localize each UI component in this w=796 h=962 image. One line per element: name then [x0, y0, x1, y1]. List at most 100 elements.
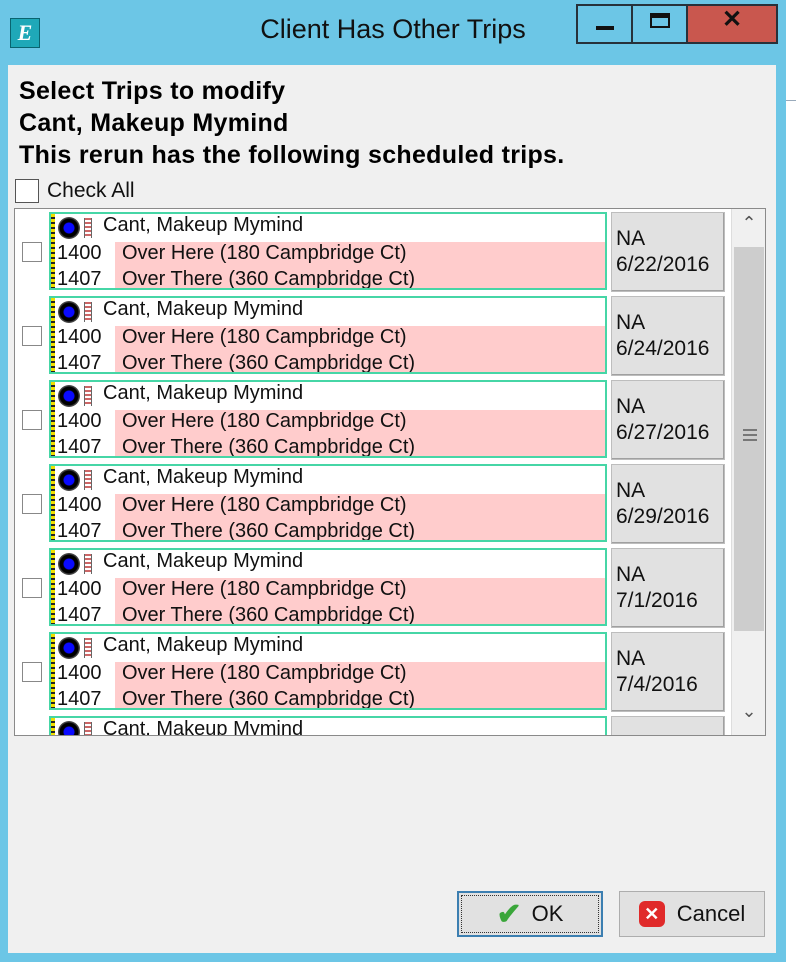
- title-bar[interactable]: E Client Has Other Trips ✕: [0, 0, 786, 64]
- dropoff-location: Over There (360 Campbridge Ct): [115, 436, 605, 456]
- trip-date: 6/24/2016: [616, 337, 710, 360]
- dropoff-location: Over There (360 Campbridge Ct): [115, 688, 605, 708]
- trip-checkbox[interactable]: [22, 326, 42, 346]
- scroll-grip-icon: [743, 429, 757, 444]
- maximize-button[interactable]: [633, 6, 688, 42]
- scroll-down-icon[interactable]: ⌄: [732, 701, 765, 731]
- trip-date: 6/29/2016: [616, 505, 710, 528]
- pickup-location: Over Here (180 Campbridge Ct): [115, 326, 605, 352]
- pickup-time: 1400: [57, 242, 112, 268]
- close-button[interactable]: ✕: [688, 6, 776, 42]
- trip-client-name: Cant, Makeup Mymind: [103, 298, 304, 320]
- trip-checkbox[interactable]: [22, 494, 42, 514]
- background-divider: [786, 100, 796, 101]
- pickup-location: Over Here (180 Campbridge Ct): [115, 410, 605, 436]
- dropoff-location: Over There (360 Campbridge Ct): [115, 268, 605, 288]
- trip-date-button[interactable]: NA 7/1/2016: [611, 548, 725, 628]
- client-type-icon: [58, 217, 80, 239]
- dropoff-location: Over There (360 Campbridge Ct): [115, 352, 605, 372]
- status-stripe: [51, 718, 55, 735]
- trip-date-button[interactable]: NA 6/29/2016: [611, 464, 725, 544]
- status-flag-icon: [84, 386, 92, 406]
- checkmark-icon: ✔: [496, 897, 522, 931]
- trip-date-button[interactable]: NA 6/22/2016: [611, 212, 725, 292]
- pickup-time: 1400: [57, 662, 112, 688]
- trip-row[interactable]: Cant, Makeup Mymind 1400 Over Here (180 Ca…: [15, 209, 725, 293]
- status-flag-icon: [84, 554, 92, 574]
- trip-date: 7/1/2016: [616, 589, 698, 612]
- trip-status: NA: [616, 311, 646, 334]
- pickup-location: Over Here (180 Campbridge Ct): [115, 578, 605, 604]
- trip-status: NA: [616, 563, 646, 586]
- trip-date-button[interactable]: [611, 716, 725, 735]
- trip-client-name: Cant, Makeup Mymind: [103, 718, 304, 736]
- pickup-location: Over Here (180 Campbridge Ct): [115, 242, 605, 268]
- vertical-scrollbar[interactable]: ⌃ ⌄: [731, 209, 765, 735]
- trip-date: 6/27/2016: [616, 421, 710, 444]
- trip-checkbox[interactable]: [22, 578, 42, 598]
- window-controls: ✕: [576, 4, 778, 44]
- trip-date-button[interactable]: NA 6/24/2016: [611, 296, 725, 376]
- dropoff-time: 1407: [57, 268, 112, 288]
- trips-list[interactable]: Cant, Makeup Mymind 1400 Over Here (180 Ca…: [14, 208, 766, 736]
- pickup-time: 1400: [57, 410, 112, 436]
- trip-card[interactable]: Cant, Makeup Mymind 1400 Over Here (180 Ca…: [49, 212, 607, 290]
- trip-date: 6/22/2016: [616, 253, 710, 276]
- dropoff-time: 1407: [57, 520, 112, 540]
- trip-checkbox[interactable]: [22, 662, 42, 682]
- trip-checkbox[interactable]: [22, 242, 42, 262]
- scroll-up-icon[interactable]: ⌃: [732, 213, 765, 243]
- pickup-line: 1400 Over Here (180 Campbridge Ct): [55, 326, 605, 352]
- trip-row[interactable]: Cant, Makeup Mymind 1400 Over Here (180 Ca…: [15, 293, 725, 377]
- cancel-button[interactable]: ✕ Cancel: [619, 891, 765, 937]
- trip-checkbox[interactable]: [22, 410, 42, 430]
- trip-row[interactable]: Cant, Makeup Mymind 1400 Over Here (180 Ca…: [15, 545, 725, 629]
- trip-card[interactable]: Cant, Makeup Mymind 1400 Over Here (180 Ca…: [49, 548, 607, 626]
- trip-card[interactable]: Cant, Makeup Mymind 1400 Over Here (180 Ca…: [49, 464, 607, 542]
- pickup-line: 1400 Over Here (180 Campbridge Ct): [55, 410, 605, 436]
- dialog-window: E Client Has Other Trips ✕ Select Trips …: [0, 0, 786, 962]
- client-type-icon: [58, 301, 80, 323]
- dropoff-line: 1407 Over There (360 Campbridge Ct): [55, 604, 605, 624]
- trip-date-button[interactable]: NA 6/27/2016: [611, 380, 725, 460]
- status-flag-icon: [84, 302, 92, 322]
- trip-card[interactable]: Cant, Makeup Mymind: [49, 716, 607, 736]
- client-type-icon: [58, 553, 80, 575]
- minimize-button[interactable]: [578, 6, 633, 42]
- minimize-icon: [595, 26, 614, 30]
- check-all-label: Check All: [47, 179, 135, 202]
- trip-card[interactable]: Cant, Makeup Mymind 1400 Over Here (180 Ca…: [49, 632, 607, 710]
- client-type-icon: [58, 385, 80, 407]
- trip-row[interactable]: Cant, Makeup Mymind: [15, 713, 725, 736]
- pickup-time: 1400: [57, 494, 112, 520]
- pickup-line: 1400 Over Here (180 Campbridge Ct): [55, 242, 605, 268]
- trip-card[interactable]: Cant, Makeup Mymind 1400 Over Here (180 Ca…: [49, 380, 607, 458]
- check-all-checkbox[interactable]: [15, 179, 39, 203]
- trip-card[interactable]: Cant, Makeup Mymind 1400 Over Here (180 Ca…: [49, 296, 607, 374]
- status-flag-icon: [84, 638, 92, 658]
- close-icon: ✕: [721, 5, 743, 33]
- status-flag-icon: [84, 722, 92, 735]
- trip-date: 7/4/2016: [616, 673, 698, 696]
- header-description: This rerun has the following scheduled t…: [19, 141, 565, 169]
- trip-row[interactable]: Cant, Makeup Mymind 1400 Over Here (180 Ca…: [15, 461, 725, 545]
- pickup-line: 1400 Over Here (180 Campbridge Ct): [55, 662, 605, 688]
- pickup-line: 1400 Over Here (180 Campbridge Ct): [55, 494, 605, 520]
- pickup-time: 1400: [57, 578, 112, 604]
- ok-button[interactable]: ✔ OK: [457, 891, 603, 937]
- check-all[interactable]: Check All: [15, 179, 135, 203]
- scroll-thumb[interactable]: [734, 247, 764, 631]
- trip-row[interactable]: Cant, Makeup Mymind 1400 Over Here (180 Ca…: [15, 629, 725, 713]
- pickup-location: Over Here (180 Campbridge Ct): [115, 662, 605, 688]
- header-instruction: Select Trips to modify: [19, 77, 286, 105]
- header-client-name: Cant, Makeup Mymind: [19, 109, 289, 137]
- trip-date-button[interactable]: NA 7/4/2016: [611, 632, 725, 712]
- pickup-location: Over Here (180 Campbridge Ct): [115, 494, 605, 520]
- dropoff-line: 1407 Over There (360 Campbridge Ct): [55, 436, 605, 456]
- pickup-time: 1400: [57, 326, 112, 352]
- pickup-line: 1400 Over Here (180 Campbridge Ct): [55, 578, 605, 604]
- ok-label: OK: [531, 901, 564, 926]
- trip-row[interactable]: Cant, Makeup Mymind 1400 Over Here (180 Ca…: [15, 377, 725, 461]
- dropoff-location: Over There (360 Campbridge Ct): [115, 604, 605, 624]
- dialog-body: Select Trips to modify Cant, Makeup Mymi…: [8, 65, 776, 953]
